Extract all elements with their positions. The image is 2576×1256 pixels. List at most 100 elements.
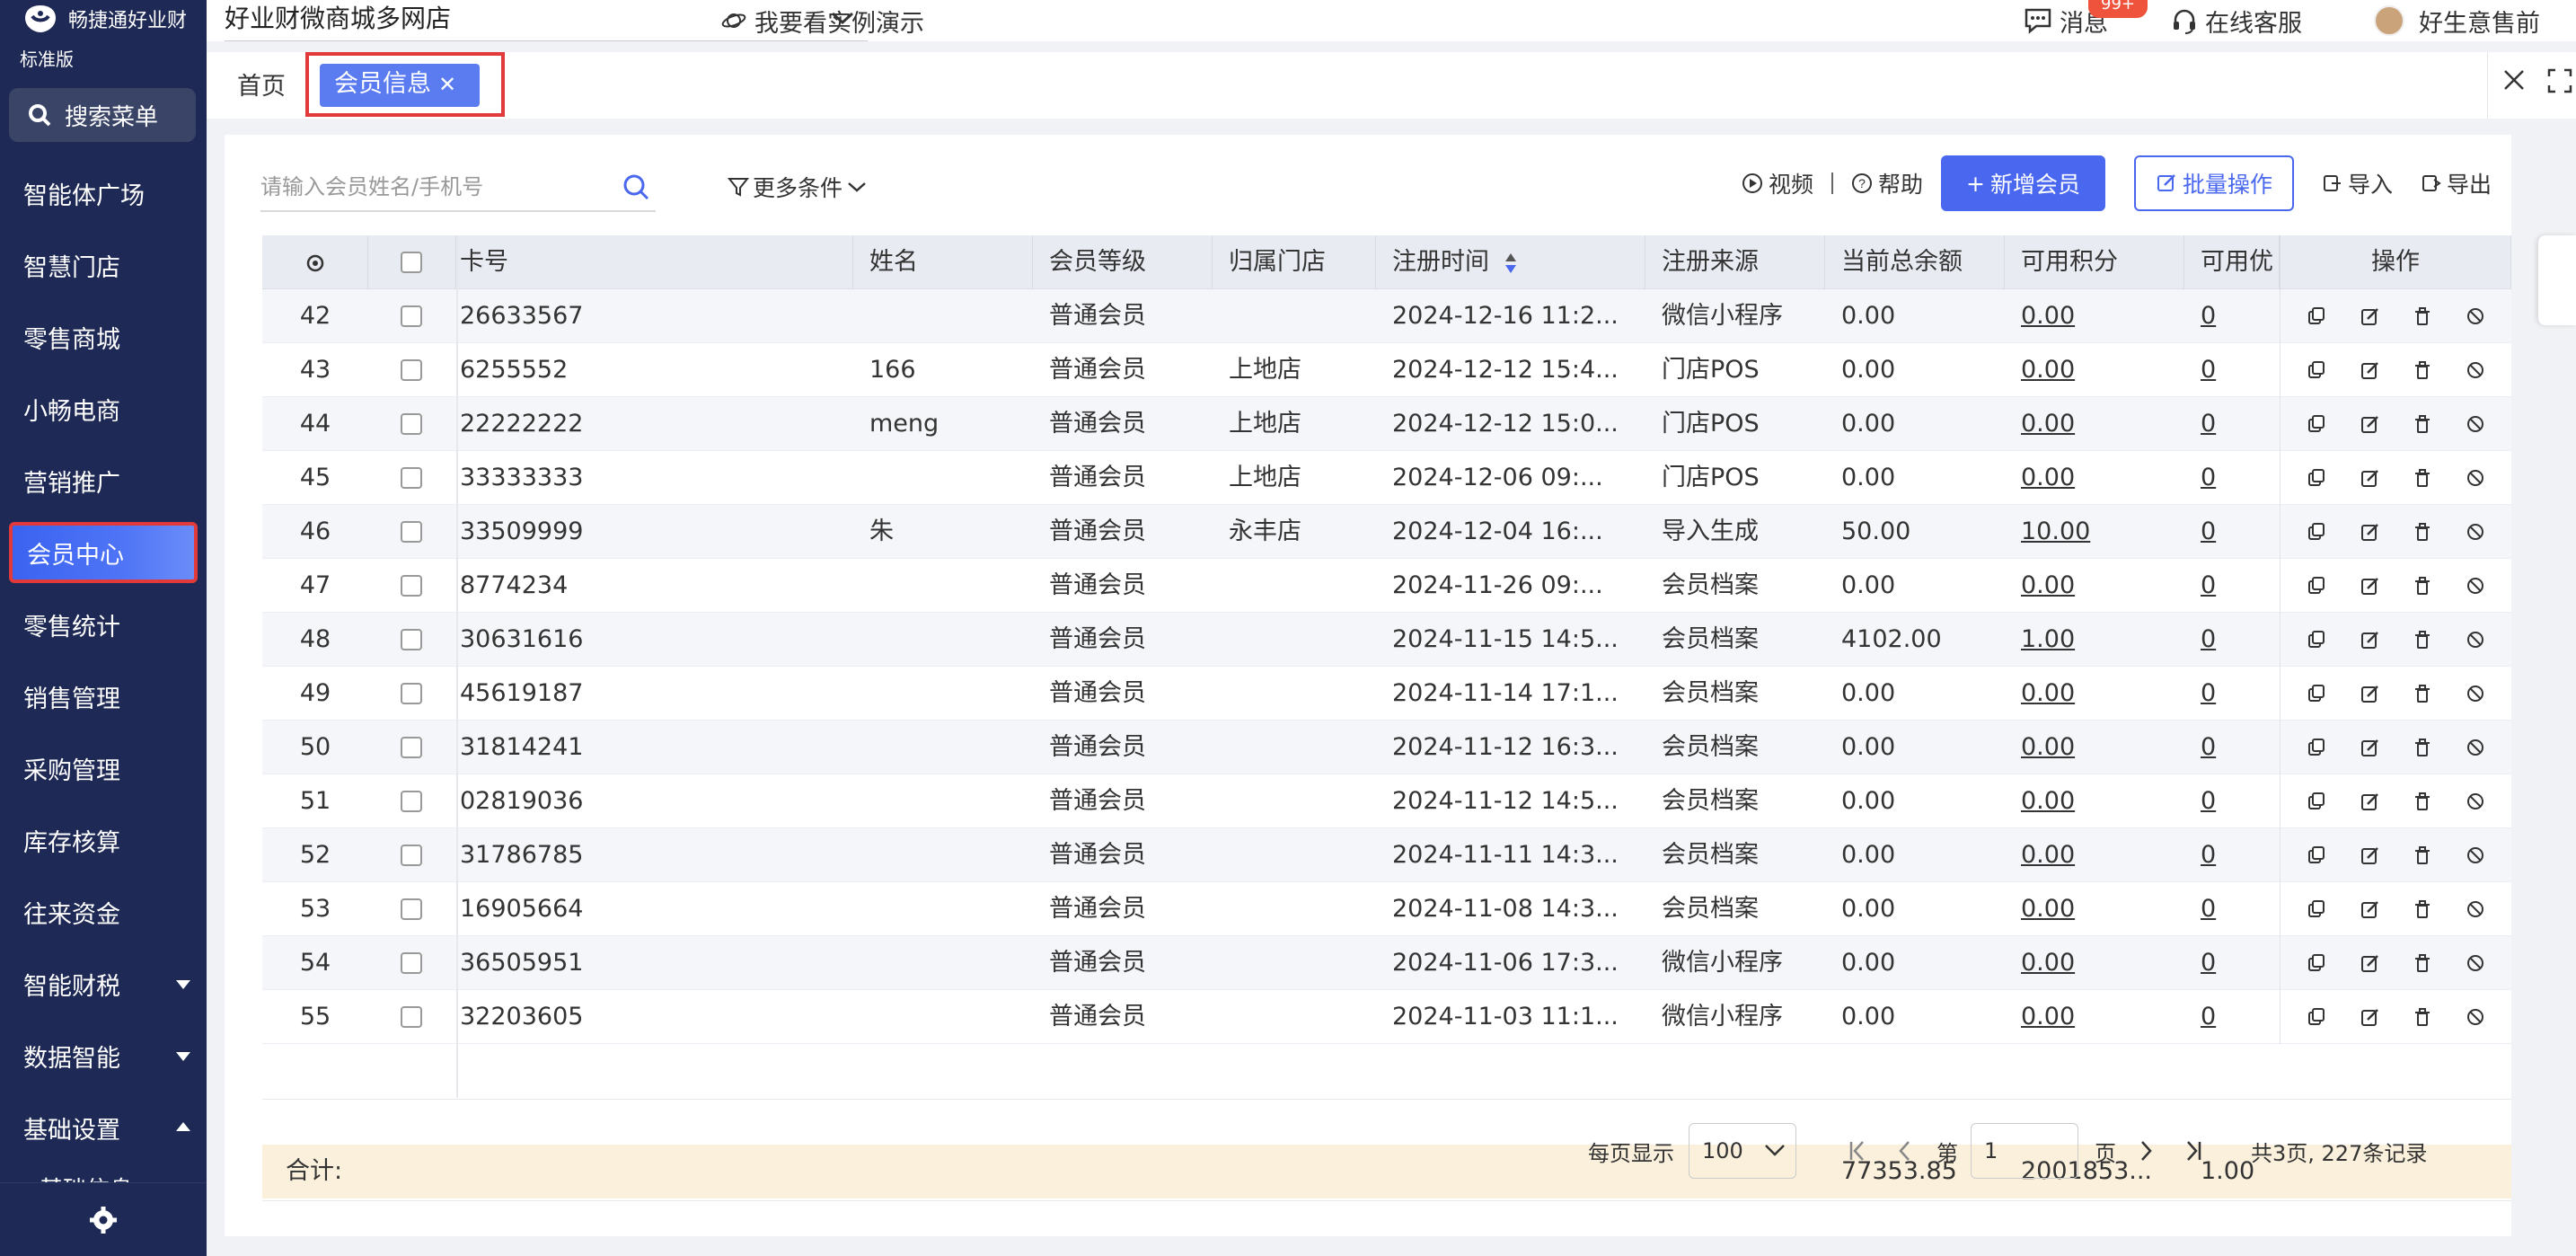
trash-icon[interactable] (2413, 1007, 2432, 1027)
edit-icon[interactable] (2360, 684, 2379, 703)
table-row[interactable]: 44 22222222 meng 普通会员 上地店 2024-12-12 15:0... 门… (262, 397, 2511, 451)
trash-icon[interactable] (2413, 630, 2432, 650)
copy-icon[interactable] (2307, 792, 2326, 811)
row-checkbox[interactable] (401, 683, 422, 704)
tab-home[interactable]: 首页 (237, 66, 286, 102)
table-row[interactable]: 43 6255552 166 普通会员 上地店 2024-12-12 15:4... 门店P… (262, 343, 2511, 397)
export-button[interactable]: 导出 (2420, 167, 2492, 199)
row-checkbox[interactable] (401, 305, 422, 327)
disable-icon[interactable] (2466, 630, 2485, 650)
row-checkbox[interactable] (401, 845, 422, 866)
horizontal-scrollbar[interactable] (262, 1200, 2511, 1218)
sidebar-item-10[interactable]: 往来资金 (0, 876, 207, 948)
sidebar-item-4[interactable]: 营销推广 (0, 445, 207, 517)
messages-button[interactable]: 消息 99+ (2024, 0, 2148, 39)
table-row[interactable]: 50 31814241 普通会员 2024-11-12 16:3... 会员档案 0.00… (262, 721, 2511, 774)
sidebar-item-2[interactable]: 零售商城 (0, 301, 207, 373)
cell-points[interactable]: 0.00 (2005, 559, 2184, 613)
copy-icon[interactable] (2307, 576, 2326, 596)
copy-icon[interactable] (2307, 630, 2326, 650)
close-all-tabs-icon[interactable] (2502, 68, 2526, 92)
disable-icon[interactable] (2466, 1007, 2485, 1027)
cell-points[interactable]: 0.00 (2005, 451, 2184, 505)
trash-icon[interactable] (2413, 468, 2432, 488)
batch-operation-button[interactable]: 批量操作 (2133, 155, 2294, 211)
table-row[interactable]: 45 33333333 普通会员 上地店 2024-12-06 09:... 门店POS 0… (262, 451, 2511, 505)
edit-icon[interactable] (2360, 899, 2379, 919)
copy-icon[interactable] (2307, 953, 2326, 973)
page-number-input[interactable]: 1 (1971, 1123, 2078, 1179)
user-menu[interactable]: 好生意售前 (2374, 4, 2540, 39)
column-points[interactable]: 可用积分 (2005, 235, 2184, 289)
edit-icon[interactable] (2360, 522, 2379, 542)
disable-icon[interactable] (2466, 360, 2485, 380)
edit-icon[interactable] (2360, 576, 2379, 596)
row-checkbox[interactable] (401, 791, 422, 812)
copy-icon[interactable] (2307, 522, 2326, 542)
cell-coupons[interactable]: 0 (2184, 505, 2280, 559)
cell-coupons[interactable]: 0 (2184, 559, 2280, 613)
cell-points[interactable]: 0.00 (2005, 882, 2184, 936)
trash-icon[interactable] (2413, 738, 2432, 757)
row-checkbox[interactable] (401, 467, 422, 489)
disable-icon[interactable] (2466, 684, 2485, 703)
row-checkbox[interactable] (401, 413, 422, 435)
import-button[interactable]: 导入 (2321, 167, 2393, 199)
per-page-select[interactable]: 100 (1689, 1123, 1796, 1179)
disable-icon[interactable] (2466, 738, 2485, 757)
table-row[interactable]: 49 45619187 普通会员 2024-11-14 17:1... 会员档案 0.00… (262, 667, 2511, 721)
search-icon[interactable] (622, 172, 650, 201)
column-name[interactable]: 姓名 (853, 235, 1033, 289)
row-checkbox[interactable] (401, 521, 422, 543)
gear-icon[interactable] (90, 1206, 117, 1234)
column-balance[interactable]: 当前总余额 (1825, 235, 2005, 289)
sort-icon[interactable] (1503, 251, 1519, 276)
column-coupons[interactable]: 可用优 (2184, 235, 2280, 289)
sidebar-item-6[interactable]: 零售统计 (0, 588, 207, 660)
disable-icon[interactable] (2466, 468, 2485, 488)
column-card[interactable]: 卡号 (456, 235, 853, 289)
trash-icon[interactable] (2413, 792, 2432, 811)
trash-icon[interactable] (2413, 684, 2432, 703)
disable-icon[interactable] (2466, 845, 2485, 865)
column-settings-header[interactable] (262, 235, 368, 289)
edit-icon[interactable] (2360, 306, 2379, 326)
cell-coupons[interactable]: 0 (2184, 990, 2280, 1044)
trash-icon[interactable] (2413, 899, 2432, 919)
table-row[interactable]: 47 8774234 普通会员 2024-11-26 09:... 会员档案 0.00 0.… (262, 559, 2511, 613)
disable-icon[interactable] (2466, 414, 2485, 434)
table-row[interactable]: 55 32203605 普通会员 2024-11-03 11:1... 微信小程序 0.0… (262, 990, 2511, 1044)
copy-icon[interactable] (2307, 414, 2326, 434)
trash-icon[interactable] (2413, 306, 2432, 326)
copy-icon[interactable] (2307, 738, 2326, 757)
cell-coupons[interactable]: 0 (2184, 289, 2280, 343)
first-page-icon[interactable] (1847, 1123, 1868, 1179)
cell-coupons[interactable]: 0 (2184, 343, 2280, 397)
disable-icon[interactable] (2466, 522, 2485, 542)
row-checkbox[interactable] (401, 952, 422, 974)
select-all-checkbox[interactable] (401, 252, 422, 273)
cell-coupons[interactable]: 0 (2184, 613, 2280, 667)
column-source[interactable]: 注册来源 (1645, 235, 1825, 289)
cell-coupons[interactable]: 0 (2184, 397, 2280, 451)
trash-icon[interactable] (2413, 845, 2432, 865)
online-service-button[interactable]: 在线客服 (2171, 4, 2302, 39)
sidebar-item-1[interactable]: 智慧门店 (0, 229, 207, 301)
copy-icon[interactable] (2307, 468, 2326, 488)
sidebar-item-8[interactable]: 采购管理 (0, 732, 207, 804)
trash-icon[interactable] (2413, 414, 2432, 434)
tab-member-info[interactable]: 会员信息 ✕ (320, 64, 480, 107)
edit-icon[interactable] (2360, 953, 2379, 973)
floating-side-widget[interactable] (2538, 235, 2576, 325)
cell-points[interactable]: 0.00 (2005, 828, 2184, 882)
sidebar-item-7[interactable]: 销售管理 (0, 660, 207, 732)
sidebar-item-11[interactable]: 智能财税 (0, 948, 207, 1020)
row-checkbox[interactable] (401, 898, 422, 920)
next-page-icon[interactable] (2138, 1123, 2156, 1179)
copy-icon[interactable] (2307, 845, 2326, 865)
copy-icon[interactable] (2307, 899, 2326, 919)
column-reg-time[interactable]: 注册时间 (1376, 235, 1645, 289)
copy-icon[interactable] (2307, 306, 2326, 326)
prev-page-icon[interactable] (1895, 1123, 1913, 1179)
cell-points[interactable]: 0.00 (2005, 721, 2184, 774)
